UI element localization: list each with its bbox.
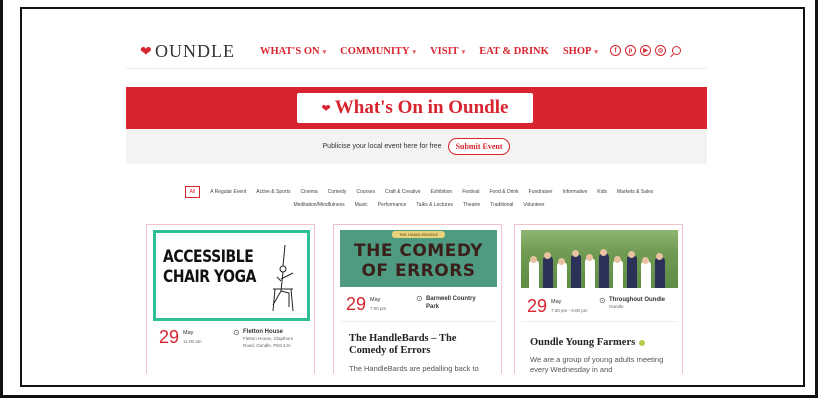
nav-label: EAT & DRINK xyxy=(479,46,549,57)
chevron-down-icon: ▾ xyxy=(594,47,598,56)
filter-exhibition[interactable]: Exhibition xyxy=(431,186,453,199)
event-image-ribbon: THE HANDLEBARDS xyxy=(392,231,445,238)
filter-performance[interactable]: Performance xyxy=(378,199,407,212)
event-location-address: Fletton House, Glapthorn Road, Oundle, P… xyxy=(243,336,294,348)
nav-item-community[interactable]: COMMUNITY ▾ xyxy=(340,46,416,57)
event-description: The HandleBards are pedalling back to xyxy=(349,364,479,373)
event-title[interactable]: The HandleBards – The Comedy of Errors xyxy=(349,333,489,357)
event-month: May xyxy=(370,297,381,303)
event-location: ⊙ Fletton House Fletton House, Glapthorn… xyxy=(233,329,297,349)
filter-active-sports[interactable]: Active & Sports xyxy=(256,186,290,199)
filter-cinema[interactable]: Cinema xyxy=(300,186,317,199)
event-image-line2: OF ERRORS xyxy=(361,261,476,281)
event-date: 29 May 11:00 am xyxy=(159,328,201,346)
filter-meditation-mindfulness[interactable]: Meditation/Mindfulness xyxy=(293,199,344,212)
logo-text: OUNDLE xyxy=(155,41,235,61)
page-title: What's On in Oundle xyxy=(334,97,509,118)
nav-label: COMMUNITY xyxy=(340,46,410,57)
card-divider xyxy=(340,321,497,322)
filter-food-drink[interactable]: Food & Drink xyxy=(489,186,518,199)
category-filters: All A Regular Event Active & Sports Cinema C… xyxy=(154,186,684,212)
filter-music[interactable]: Music xyxy=(355,199,368,212)
chevron-down-icon: ▾ xyxy=(412,47,417,56)
submit-event-button[interactable]: Submit Event xyxy=(447,138,511,155)
event-title-text: Oundle Young Farmers xyxy=(530,337,636,348)
nav-label: VISIT xyxy=(430,46,459,57)
event-location: ⊙ Throughout Oundle Oundle xyxy=(599,297,665,310)
filter-courses[interactable]: Courses xyxy=(356,186,375,199)
status-dot-icon xyxy=(639,339,646,346)
event-month: May xyxy=(551,299,562,305)
event-day: 29 xyxy=(346,294,367,314)
card-divider xyxy=(521,321,678,322)
event-day: 29 xyxy=(527,296,548,316)
filter-traditional[interactable]: Traditional xyxy=(490,199,513,212)
youtube-icon[interactable]: ▶ xyxy=(640,45,651,56)
social-links: f p ▶ ◎ xyxy=(610,45,681,56)
event-card-young-farmers[interactable]: 29 May 7:30 pm - 9:00 pm ⊙ Throughout Ou… xyxy=(514,224,683,374)
filter-talks-lectures[interactable]: Talks & Lectures xyxy=(416,199,453,212)
filter-comedy[interactable]: Comedy xyxy=(328,186,347,199)
event-time: 11:00 am xyxy=(183,339,202,344)
event-card-chair-yoga[interactable]: ACCESSIBLE CHAIR YOGA 29 May 11:00 am ⊙ xyxy=(146,224,315,374)
nav-item-visit[interactable]: VISIT ▾ xyxy=(430,46,465,57)
nav-item-shop[interactable]: SHOP ▾ xyxy=(563,46,598,57)
event-image: THE HANDLEBARDS THE COMEDY OF ERRORS xyxy=(340,230,497,287)
event-date: 29 May 7:30 pm - 9:00 pm xyxy=(527,297,588,315)
event-location-address: Oundle xyxy=(609,304,624,309)
heart-logo-icon: ❤ xyxy=(140,43,152,59)
event-month: May xyxy=(183,330,194,336)
event-title[interactable]: Oundle Young Farmers xyxy=(530,337,670,349)
site-header: ❤ OUNDLE WHAT'S ON ▾ COMMUNITY ▾ VISIT ▾ EA… xyxy=(126,29,707,69)
website: ❤ OUNDLE WHAT'S ON ▾ COMMUNITY ▾ VISIT ▾ EA… xyxy=(126,29,707,374)
facebook-icon[interactable]: f xyxy=(610,45,621,56)
event-location: ⊙ Barnwell Country Park xyxy=(416,295,486,311)
filter-informative[interactable]: Informative xyxy=(563,186,588,199)
event-card-comedy-of-errors[interactable]: THE HANDLEBARDS THE COMEDY OF ERRORS 29 … xyxy=(333,224,502,374)
location-pin-icon: ⊙ xyxy=(416,294,423,303)
nav-item-eat-drink[interactable]: EAT & DRINK xyxy=(479,46,549,57)
instagram-icon[interactable]: ◎ xyxy=(655,45,666,56)
filter-theatre[interactable]: Theatre xyxy=(463,199,480,212)
hero-title-box: ❤ What's On in Oundle xyxy=(297,93,533,123)
chevron-down-icon: ▾ xyxy=(461,47,466,56)
filter-kids[interactable]: Kids xyxy=(597,186,607,199)
nav-label: WHAT'S ON xyxy=(260,46,320,57)
filter-all[interactable]: All xyxy=(184,186,201,198)
event-image: ACCESSIBLE CHAIR YOGA xyxy=(153,230,310,321)
hero-banner: ❤ What's On in Oundle xyxy=(126,87,707,129)
location-pin-icon: ⊙ xyxy=(233,328,240,337)
event-location-name: Barnwell Country Park xyxy=(426,296,476,310)
event-time: 7:00 pm xyxy=(370,306,387,311)
event-image-line1: THE COMEDY xyxy=(354,241,483,261)
search-icon[interactable] xyxy=(672,46,681,55)
event-image xyxy=(521,230,678,288)
browser-viewport: ❤ OUNDLE WHAT'S ON ▾ COMMUNITY ▾ VISIT ▾ EA… xyxy=(20,7,805,387)
site-logo[interactable]: ❤ OUNDLE xyxy=(140,41,235,62)
publicise-text: Publicise your local event here for free xyxy=(322,143,442,150)
filter-craft-creative[interactable]: Craft & Creative xyxy=(385,186,421,199)
filter-festival[interactable]: Festival xyxy=(462,186,479,199)
event-date: 29 May 7:00 pm xyxy=(346,295,386,313)
event-time: 7:30 pm - 9:00 pm xyxy=(551,308,588,313)
heart-logo-icon: ❤ xyxy=(321,102,331,115)
pinterest-icon[interactable]: p xyxy=(625,45,636,56)
filter-a-regular-event[interactable]: A Regular Event xyxy=(210,186,246,199)
filter-markets-sales[interactable]: Markets & Sales xyxy=(617,186,653,199)
nav-item-whats-on[interactable]: WHAT'S ON ▾ xyxy=(260,46,326,57)
nav-label: SHOP xyxy=(562,46,592,57)
location-pin-icon: ⊙ xyxy=(599,296,606,305)
filter-fundraiser[interactable]: Fundraiser xyxy=(529,186,553,199)
chair-yoga-figure-icon xyxy=(272,244,294,312)
event-day: 29 xyxy=(159,327,180,347)
publicise-bar: Publicise your local event here for free… xyxy=(126,129,707,164)
chevron-down-icon: ▾ xyxy=(322,47,327,56)
filter-volunteer[interactable]: Volunteer xyxy=(523,199,544,212)
main-nav: WHAT'S ON ▾ COMMUNITY ▾ VISIT ▾ EAT & DRINK… xyxy=(260,46,598,57)
event-description: We are a group of young adults meeting e… xyxy=(530,355,664,374)
